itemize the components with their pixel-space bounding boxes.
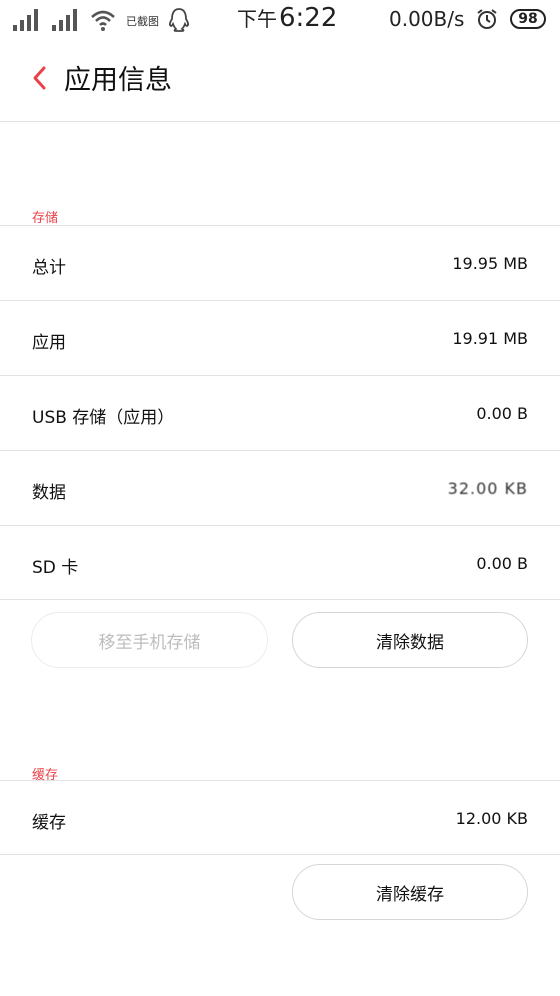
storage-row-sd: SD 卡 0.00 B bbox=[0, 525, 560, 600]
alarm-icon bbox=[477, 9, 497, 29]
signal-icon bbox=[13, 9, 38, 31]
network-speed: 0.00B/s bbox=[389, 7, 465, 31]
qq-icon bbox=[169, 8, 189, 32]
row-value: 19.95 MB bbox=[452, 254, 528, 273]
row-value: 19.91 MB bbox=[452, 329, 528, 348]
wifi-icon bbox=[91, 10, 115, 31]
storage-row-usb: USB 存储（应用） 0.00 B bbox=[0, 375, 560, 450]
row-label: SD 卡 bbox=[32, 558, 79, 578]
row-label: 总计 bbox=[32, 258, 66, 278]
battery-icon: 98 bbox=[510, 9, 546, 29]
storage-row-app: 应用 19.91 MB bbox=[0, 300, 560, 375]
signal-icon bbox=[52, 9, 77, 31]
battery-level: 98 bbox=[518, 11, 538, 27]
cache-list: 缓存 12.00 KB bbox=[0, 780, 560, 855]
status-bar: 已截图 下午 6:22 0.00B/s 98 bbox=[0, 0, 560, 40]
cache-row: 缓存 12.00 KB bbox=[0, 780, 560, 855]
row-label: 数据 bbox=[32, 483, 66, 503]
clock-period: 下午 bbox=[237, 7, 277, 31]
row-value: 12.00 KB bbox=[455, 809, 528, 828]
storage-row-total: 总计 19.95 MB bbox=[0, 225, 560, 300]
row-label: 缓存 bbox=[32, 813, 66, 833]
row-value: 0.00 B bbox=[476, 554, 528, 573]
page-title: 应用信息 bbox=[64, 65, 172, 96]
storage-row-data: 数据 32.00 KB bbox=[0, 450, 560, 525]
clock-time: 6:22 bbox=[279, 3, 338, 33]
chevron-left-icon[interactable] bbox=[28, 62, 52, 94]
row-value: 32.00 KB bbox=[447, 479, 528, 498]
row-value: 0.00 B bbox=[476, 404, 528, 423]
row-label: 应用 bbox=[32, 333, 66, 353]
app-bar: 应用信息 bbox=[0, 40, 560, 122]
row-label: USB 存储（应用） bbox=[32, 408, 175, 428]
section-label-storage: 存储 bbox=[32, 211, 59, 226]
clock: 下午 6:22 bbox=[237, 3, 337, 33]
move-to-phone-storage-button: 移至手机存储 bbox=[31, 612, 268, 668]
clear-data-button[interactable]: 清除数据 bbox=[292, 612, 528, 668]
screenshot-indicator: 已截图 bbox=[126, 15, 159, 28]
clear-cache-button[interactable]: 清除缓存 bbox=[292, 864, 528, 920]
storage-list: 总计 19.95 MB 应用 19.91 MB USB 存储（应用） 0.00 … bbox=[0, 225, 560, 600]
